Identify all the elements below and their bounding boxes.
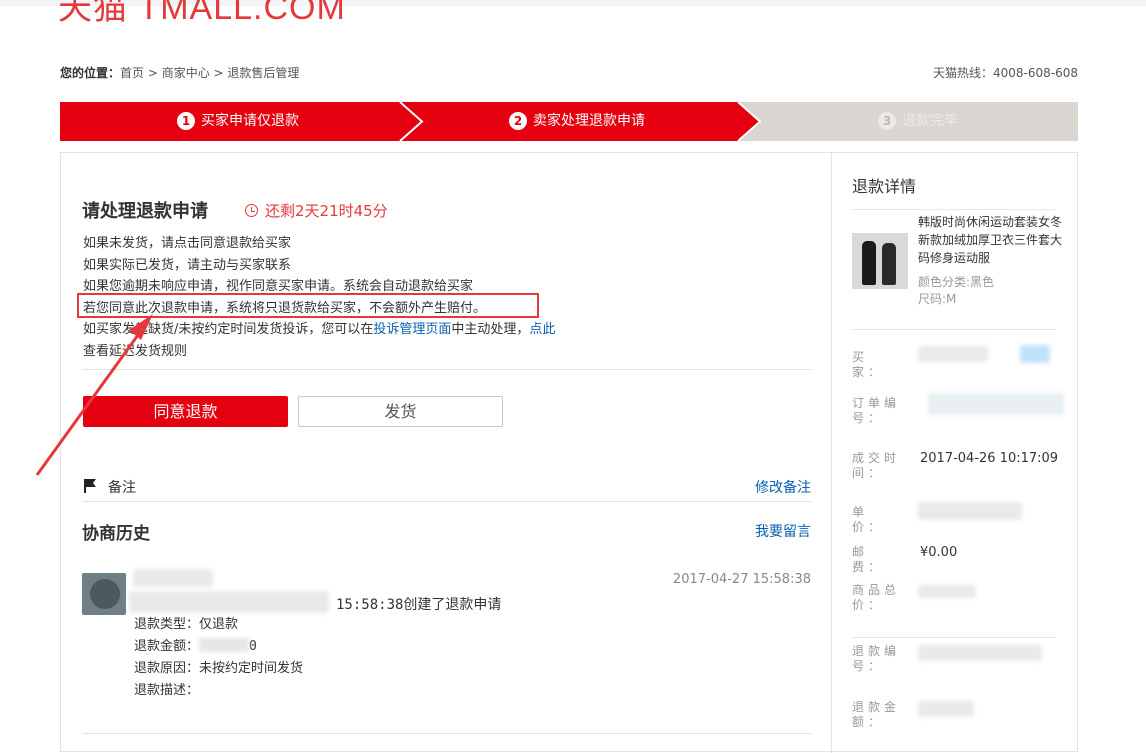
step-1-label: 买家申请仅退款 bbox=[201, 113, 299, 129]
step-3: 3 退款完毕 bbox=[878, 102, 958, 141]
agree-refund-button[interactable]: 同意退款 bbox=[83, 396, 288, 427]
blurred-buyer bbox=[918, 346, 988, 362]
clock-icon bbox=[245, 204, 258, 217]
history-title: 协商历史 bbox=[82, 524, 150, 544]
product-thumbnail[interactable] bbox=[852, 233, 908, 289]
divider bbox=[852, 329, 1056, 330]
note-label: 备注 bbox=[108, 480, 136, 496]
step-1-number: 1 bbox=[177, 112, 195, 130]
postage-label: 邮 费： bbox=[852, 545, 885, 574]
panel-title: 请处理退款申请 bbox=[82, 201, 208, 222]
unit-price-label: 单 价： bbox=[852, 505, 885, 534]
tip-text: 如买家发起缺货/未按约定时间发货投诉，您可以在 bbox=[83, 322, 374, 337]
progress-steps: 1 买家申请仅退款 2 卖家处理退款申请 3 退款完毕 bbox=[60, 102, 1078, 141]
step-3-number: 3 bbox=[878, 112, 896, 130]
history-line: 15:58:38创建了退款申请 bbox=[336, 597, 502, 613]
deal-time-label: 成交时间： bbox=[852, 451, 901, 480]
divider bbox=[82, 733, 811, 734]
refund-amount-tail: 0 bbox=[249, 639, 257, 654]
flag-icon bbox=[84, 479, 96, 493]
blurred-order-no bbox=[928, 393, 1064, 415]
blurred-refund-amount bbox=[918, 701, 974, 717]
refund-no-label: 退款编号： bbox=[852, 644, 901, 673]
countdown-text: 还剩2天21时45分 bbox=[265, 202, 388, 220]
order-no-label: 订单编号： bbox=[852, 396, 901, 425]
divider bbox=[82, 501, 811, 502]
product-name[interactable]: 韩版时尚休闲运动套装女冬新款加绒加厚卫衣三件套大码修身运动服 bbox=[918, 213, 1068, 267]
tmall-logo[interactable]: 天猫 TMALL.COM bbox=[58, 0, 346, 29]
breadcrumb-path[interactable]: 首页 > 商家中心 > 退款售后管理 bbox=[120, 66, 299, 80]
click-here-link[interactable]: 点此 bbox=[529, 322, 555, 337]
refund-process-column: 请处理退款申请 还剩2天21时45分 如果未发货，请点击同意退款给买家 如果实际… bbox=[61, 153, 832, 753]
step-3-label: 退款完毕 bbox=[902, 113, 958, 129]
refund-type: 退款类型：仅退款 bbox=[134, 617, 239, 632]
tip-line: 如果实际已发货，请主动与买家联系 bbox=[83, 257, 292, 273]
product-color: 颜色分类:黑色 bbox=[918, 275, 995, 289]
tip-line: 如买家发起缺货/未按约定时间发货投诉，您可以在投诉管理页面中主动处理，点此 bbox=[83, 319, 555, 341]
blurred-username bbox=[133, 569, 213, 587]
tip-text: 中主动处理， bbox=[451, 322, 530, 337]
product-size: 尺码:M bbox=[918, 292, 957, 306]
buyer-label: 买 家： bbox=[852, 350, 885, 379]
leave-message-link[interactable]: 我要留言 bbox=[755, 521, 811, 541]
divider bbox=[82, 369, 811, 370]
step-2: 2 卖家处理退款申请 bbox=[509, 102, 645, 141]
ship-button[interactable]: 发货 bbox=[298, 396, 503, 427]
refund-desc: 退款描述： bbox=[134, 683, 200, 698]
tip-line: 如果未发货，请点击同意退款给买家 bbox=[83, 236, 292, 251]
total-label: 商品总价： bbox=[852, 583, 901, 612]
postage-value: ¥0.00 bbox=[920, 545, 958, 560]
divider bbox=[852, 637, 1056, 638]
hotline-text: 天猫热线：4008-608-608 bbox=[932, 66, 1078, 80]
deal-time: 2017-04-26 10:17:09 bbox=[920, 451, 1059, 466]
blurred-text bbox=[129, 591, 329, 613]
top-info-bar: 您的位置：首页 > 商家中心 > 退款售后管理 天猫热线：4008-608-60… bbox=[60, 64, 1078, 84]
breadcrumb: 您的位置：首页 > 商家中心 > 退款售后管理 bbox=[60, 64, 299, 81]
blurred-contact-icon[interactable] bbox=[1020, 345, 1050, 363]
edit-note-link[interactable]: 修改备注 bbox=[755, 477, 811, 497]
blurred-total bbox=[918, 585, 976, 598]
refund-amount-label: 退款金额： bbox=[134, 639, 200, 654]
step-2-label: 卖家处理退款申请 bbox=[533, 113, 645, 129]
step-1: 1 买家申请仅退款 bbox=[177, 102, 299, 141]
refund-panel: 请处理退款申请 还剩2天21时45分 如果未发货，请点击同意退款给买家 如果实际… bbox=[60, 152, 1078, 753]
refund-reason: 退款原因：未按约定时间发货 bbox=[134, 661, 304, 676]
refund-detail-column: 退款详情 韩版时尚休闲运动套装女冬新款加绒加厚卫衣三件套大码修身运动服 颜色分类… bbox=[832, 153, 1078, 753]
highlight-box bbox=[77, 293, 539, 318]
detail-title: 退款详情 bbox=[852, 177, 917, 196]
divider bbox=[852, 209, 1056, 210]
avatar bbox=[82, 573, 126, 615]
countdown: 还剩2天21时45分 bbox=[245, 200, 388, 221]
note-row: 备注 修改备注 bbox=[83, 477, 811, 497]
delay-rule-link[interactable]: 查看延迟发货规则 bbox=[83, 341, 555, 363]
blurred-unit-price bbox=[918, 502, 1022, 520]
history-detail: 退款类型：仅退款 退款金额： 0 退款原因：未按约定时间发货 退款描述： bbox=[134, 614, 303, 702]
history-time: 2017-04-27 15:58:38 bbox=[672, 572, 811, 587]
refund-amount-label: 退款金额： bbox=[852, 700, 901, 729]
blurred-amount bbox=[199, 638, 250, 652]
complaint-page-link[interactable]: 投诉管理页面 bbox=[373, 322, 451, 337]
breadcrumb-label: 您的位置： bbox=[60, 66, 121, 80]
step-2-number: 2 bbox=[509, 112, 527, 130]
refund-amount: 退款金额： 0 bbox=[134, 636, 303, 658]
blurred-refund-no bbox=[918, 645, 1042, 661]
